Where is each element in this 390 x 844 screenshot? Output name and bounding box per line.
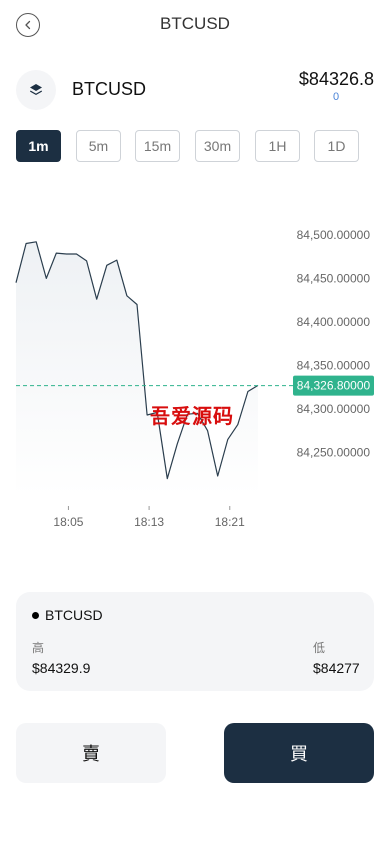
current-price-label: 84,326.80000 bbox=[297, 379, 371, 393]
layers-icon bbox=[16, 70, 56, 110]
price-chart[interactable]: 84,500.00000 84,450.00000 84,400.00000 84,3… bbox=[0, 200, 390, 540]
symbol-summary: BTCUSD $84326.8 0 bbox=[16, 68, 374, 112]
sell-button[interactable]: 賣 bbox=[16, 723, 166, 783]
symbol-name: BTCUSD bbox=[72, 79, 147, 99]
interval-30m[interactable]: 30m bbox=[195, 130, 240, 162]
page-title: BTCUSD bbox=[160, 14, 230, 33]
high-value: $84329.9 bbox=[32, 660, 91, 676]
x-tick-label: 18:21 bbox=[215, 515, 245, 529]
current-price: $84326.8 bbox=[298, 69, 374, 89]
bullet-dot-icon bbox=[32, 612, 39, 619]
price-chart-svg: 84,500.00000 84,450.00000 84,400.00000 84,3… bbox=[15, 228, 374, 529]
y-tick-label: 84,350.00000 bbox=[297, 358, 371, 372]
interval-1h[interactable]: 1H bbox=[255, 130, 300, 162]
symbol-info-card: BTCUSD 高 $84329.9 低 $84277 bbox=[16, 592, 374, 691]
price-change: 0 bbox=[332, 91, 340, 103]
low-label: 低 bbox=[313, 641, 326, 655]
high-label: 高 bbox=[32, 641, 45, 655]
interval-5m[interactable]: 5m bbox=[76, 130, 121, 162]
card-title: BTCUSD bbox=[45, 607, 103, 623]
y-tick-label: 84,450.00000 bbox=[297, 271, 371, 285]
y-tick-label: 84,300.00000 bbox=[297, 402, 371, 416]
interval-15m[interactable]: 15m bbox=[135, 130, 180, 162]
y-tick-label: 84,500.00000 bbox=[297, 228, 371, 242]
low-value: $84277 bbox=[313, 660, 360, 676]
y-tick-label: 84,250.00000 bbox=[297, 446, 371, 460]
y-tick-label: 84,400.00000 bbox=[297, 315, 371, 329]
interval-selector: 1m 5m 15m 30m 1H 1D bbox=[16, 130, 374, 162]
header-bar: BTCUSD bbox=[0, 0, 390, 50]
x-tick-label: 18:13 bbox=[134, 515, 164, 529]
interval-1d[interactable]: 1D bbox=[314, 130, 359, 162]
watermark-text: 吾爱源码 bbox=[150, 404, 234, 428]
x-tick-label: 18:05 bbox=[53, 515, 83, 529]
price-area bbox=[16, 241, 258, 496]
interval-1m[interactable]: 1m bbox=[16, 130, 61, 162]
buy-button[interactable]: 買 bbox=[224, 723, 374, 783]
